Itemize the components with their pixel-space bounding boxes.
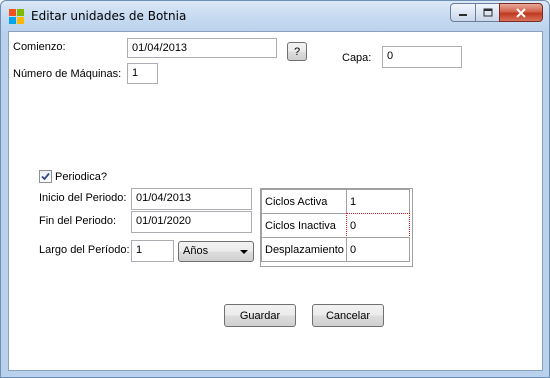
maquinas-field[interactable]: 1	[127, 63, 158, 84]
periodica-checkbox[interactable]	[39, 170, 52, 183]
window-controls	[450, 3, 544, 22]
minimize-button[interactable]	[450, 3, 476, 22]
capa-field[interactable]: 0	[382, 46, 462, 68]
window-title: Editar unidades de Botnia	[31, 9, 187, 23]
close-icon	[516, 7, 526, 18]
grid-cell-desplazamiento[interactable]: 0	[346, 237, 410, 262]
periodica-label: Periodica?	[55, 171, 107, 183]
grid-cell-ciclos-inactiva[interactable]: 0	[346, 213, 410, 238]
grid-row-label: Desplazamiento	[261, 237, 347, 262]
maximize-button[interactable]	[475, 3, 500, 22]
check-mark-icon	[41, 172, 50, 181]
largo-unit-dropdown[interactable]: Años	[178, 241, 254, 262]
close-button[interactable]	[499, 3, 543, 22]
cancel-button[interactable]: Cancelar	[312, 304, 384, 327]
fin-field[interactable]: 01/01/2020	[131, 211, 252, 233]
largo-unit-selected: Años	[183, 245, 209, 257]
form-panel: Comienzo: 01/04/2013 ? Capa: 0 Número de…	[8, 31, 543, 371]
maximize-icon	[483, 8, 492, 17]
ciclos-grid: Ciclos Activa 1 Ciclos Inactiva 0 Despla…	[260, 188, 413, 267]
chevron-down-icon	[240, 250, 248, 254]
largo-field[interactable]: 1	[131, 240, 174, 262]
minimize-icon	[459, 13, 467, 16]
app-icon	[9, 9, 25, 25]
fin-label: Fin del Periodo:	[39, 215, 117, 227]
comienzo-field[interactable]: 01/04/2013	[127, 38, 277, 58]
grid-row-label: Ciclos Activa	[261, 189, 347, 214]
inicio-label: Inicio del Periodo:	[39, 192, 127, 204]
grid-row-label: Ciclos Inactiva	[261, 213, 347, 238]
largo-label: Largo del Período:	[39, 244, 130, 256]
help-button[interactable]: ?	[287, 42, 307, 61]
title-bar[interactable]: Editar unidades de Botnia	[1, 1, 549, 31]
save-button[interactable]: Guardar	[224, 304, 296, 327]
dialog-window: Editar unidades de Botnia Comienzo: 01/0…	[0, 0, 550, 378]
inicio-field[interactable]: 01/04/2013	[131, 188, 252, 210]
maquinas-label: Número de Máquinas:	[13, 68, 122, 80]
capa-label: Capa:	[342, 52, 372, 64]
grid-cell-ciclos-activa[interactable]: 1	[346, 189, 410, 214]
comienzo-label: Comienzo:	[13, 41, 66, 53]
